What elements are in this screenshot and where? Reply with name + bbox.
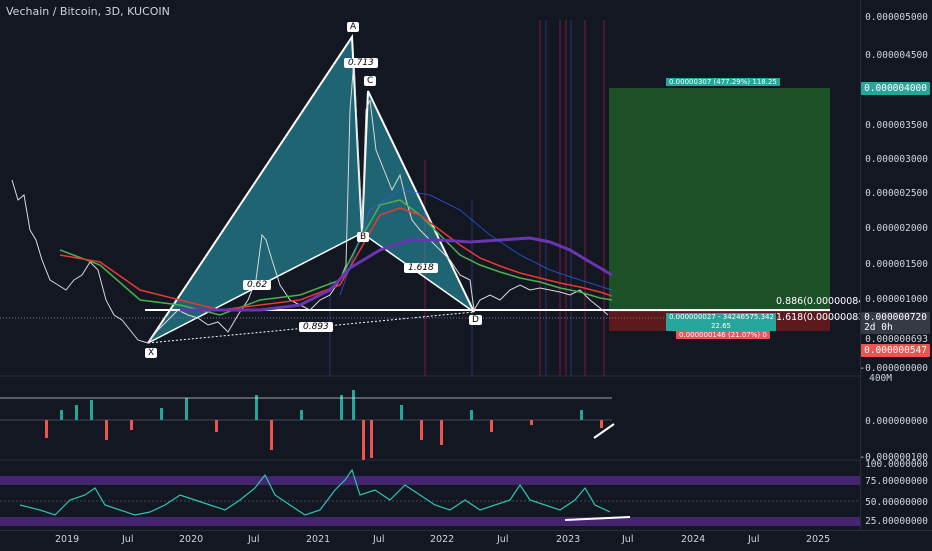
macd-axis-top: 400M: [869, 373, 892, 384]
entry-label-line1: 0.000000027 - 34246575.342: [669, 313, 774, 321]
time-label: Jul: [748, 534, 760, 545]
price-label: 0.000003500: [865, 120, 928, 131]
time-label: 2021: [306, 534, 331, 545]
rsi-band-top: [0, 476, 861, 485]
macd-axis-mid: 0.000000000: [865, 416, 928, 427]
point-x-label: X: [145, 348, 158, 358]
time-label: 2024: [681, 534, 706, 545]
point-d-label: D: [469, 315, 482, 325]
time-label: 2019: [55, 534, 80, 545]
rsi-axis-25: 25.00000000: [865, 516, 928, 527]
chart-canvas[interactable]: [0, 0, 932, 550]
price-label: 0.000002000: [865, 223, 928, 234]
point-a-label: A: [347, 22, 360, 32]
ratio-xb-label: 0.62: [243, 280, 272, 290]
price-label: 0.000005000: [865, 12, 928, 23]
rsi-band-bottom: [0, 517, 861, 526]
rsi-axis-100: 100.0000000: [865, 459, 928, 470]
target-zone: [609, 88, 830, 312]
time-axis[interactable]: [0, 530, 932, 551]
ratio-ac-label: 0.713: [344, 58, 378, 68]
rsi-axis-75: 75.00000000: [865, 476, 928, 487]
time-label: Jul: [497, 534, 509, 545]
time-label: 2020: [179, 534, 204, 545]
point-c-label: C: [364, 76, 377, 86]
point-b-label: B: [357, 232, 370, 242]
entry-label: 0.000000027 - 34246575.342 22.65: [666, 313, 776, 331]
price-label: 0.000001500: [865, 259, 928, 270]
price-label: 0.000003000: [865, 154, 928, 165]
stop-price-tag: 0.000000547: [861, 344, 930, 357]
time-label: Jul: [122, 534, 134, 545]
current-price-tag: 0.000000720 2d 0h: [861, 312, 930, 334]
target-price-tag: 0.000004000: [861, 82, 930, 95]
time-label: Jul: [373, 534, 385, 545]
ratio-xd-label: 0.893: [299, 322, 333, 332]
time-label: 2022: [430, 534, 455, 545]
time-label: Jul: [622, 534, 634, 545]
macd-pane-bg: [0, 376, 861, 460]
price-axis[interactable]: 0.000005000 0.000004500 0.000004000 0.00…: [859, 0, 932, 530]
price-label: 0.000004500: [865, 50, 928, 61]
time-label: 2023: [556, 534, 581, 545]
chart-title: Vechain / Bitcoin, 3D, KUCOIN: [6, 5, 170, 18]
entry-label-line2: 22.65: [710, 322, 732, 330]
price-label: 0.000002500: [865, 188, 928, 199]
time-label: 2025: [806, 534, 831, 545]
price-label: 0.000001000: [865, 294, 928, 305]
target-label: 0.00000307 (477.29%) 118.25: [666, 78, 780, 86]
stop-label: 0.000000146 (21.07%) 0: [676, 331, 770, 339]
ratio-bd-label: 1.618: [404, 263, 438, 273]
bar-countdown: 2d 0h: [864, 322, 893, 333]
rsi-axis-50: 50.00000000: [865, 497, 928, 508]
time-label: Jul: [248, 534, 260, 545]
